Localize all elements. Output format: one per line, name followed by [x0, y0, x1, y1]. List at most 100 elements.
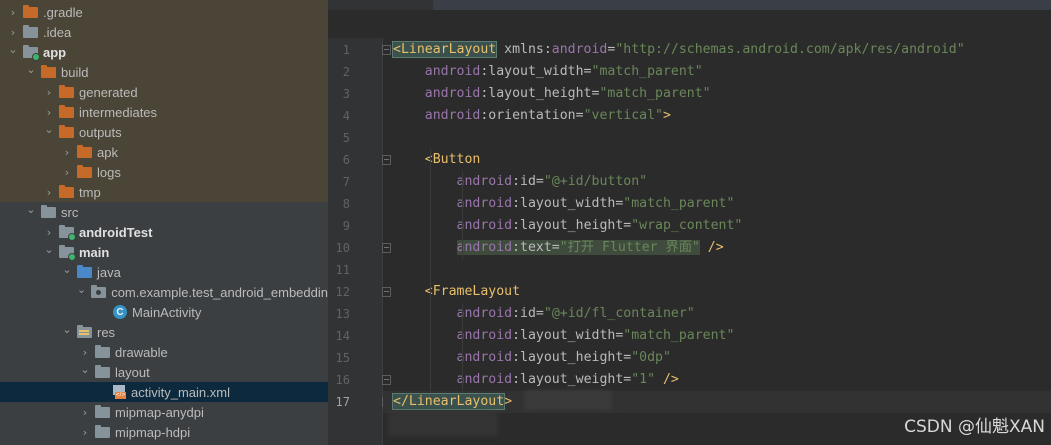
- tree-item[interactable]: ⌄ build: [0, 62, 328, 82]
- tree-item[interactable]: › apk: [0, 142, 328, 162]
- fold-marker-icon[interactable]: [382, 375, 391, 385]
- tree-item[interactable]: ⌄ java: [0, 262, 328, 282]
- code-token: xmlns:: [496, 42, 552, 57]
- code-token: :layout_width=: [480, 64, 592, 79]
- code-token: android: [551, 42, 608, 57]
- tree-item[interactable]: ⌄ layout: [0, 362, 328, 382]
- folder-icon: [23, 24, 38, 38]
- line-number: 7: [342, 175, 350, 189]
- code-line[interactable]: android:text="打开 Flutter 界面" />: [393, 237, 724, 259]
- code-line[interactable]: android:orientation="vertical">: [393, 105, 671, 127]
- tree-item[interactable]: › .gradle: [0, 2, 328, 22]
- folder-icon: [59, 104, 74, 118]
- code-line[interactable]: <Button: [393, 149, 481, 171]
- fold-marker-icon[interactable]: [382, 45, 391, 55]
- fold-marker-icon[interactable]: [382, 243, 391, 253]
- code-line[interactable]: android:layout_width="match_parent": [393, 61, 703, 83]
- chevron-right-icon[interactable]: ›: [60, 166, 74, 179]
- chevron-down-icon[interactable]: ⌄: [78, 363, 92, 376]
- chevron-down-icon[interactable]: ⌄: [60, 263, 74, 276]
- folder-icon: [23, 4, 38, 18]
- chevron-right-icon[interactable]: ›: [78, 406, 92, 419]
- chevron-right-icon[interactable]: ›: [42, 86, 56, 99]
- tree-item[interactable]: ⌄ outputs: [0, 122, 328, 142]
- code-line[interactable]: <LinearLayout xmlns:android="http://sche…: [391, 39, 965, 61]
- code-line[interactable]: android:id="@+id/button": [393, 171, 648, 193]
- line-number: 2: [342, 65, 350, 79]
- chevron-right-icon[interactable]: ›: [42, 106, 56, 119]
- chevron-right-icon[interactable]: ›: [42, 226, 56, 239]
- chevron-down-icon[interactable]: ⌄: [24, 203, 38, 216]
- code-line[interactable]: android:layout_height="wrap_content": [393, 215, 743, 237]
- fold-marker-icon[interactable]: [382, 287, 391, 297]
- chevron-down-icon[interactable]: ⌄: [6, 43, 20, 56]
- tree-item[interactable]: › androidTest: [0, 222, 328, 242]
- code-token: <FrameLayout: [424, 284, 521, 299]
- tree-item[interactable]: C MainActivity: [0, 302, 328, 322]
- tree-item[interactable]: ⌄ res: [0, 322, 328, 342]
- tree-item-label: outputs: [79, 124, 122, 140]
- chevron-down-icon[interactable]: ⌄: [24, 63, 38, 76]
- code-token: :layout_height=: [480, 86, 600, 101]
- tree-item[interactable]: ⌄ main: [0, 242, 328, 262]
- tree-item[interactable]: › mipmap-hdpi: [0, 422, 328, 442]
- line-number-gutter: 1 2 3 4 5 6 7 8 9 10 11 12 13 14 15 16 17: [328, 38, 382, 445]
- folder-icon: [41, 64, 56, 78]
- chevron-down-icon[interactable]: ⌄: [42, 123, 56, 136]
- chevron-right-icon[interactable]: ›: [6, 26, 20, 39]
- tree-item-label: build: [61, 64, 89, 80]
- line-number: 13: [335, 307, 350, 321]
- source-folder-icon: [59, 224, 76, 241]
- indent-guide: [462, 171, 463, 259]
- code-line[interactable]: android:layout_height="0dp": [393, 347, 671, 369]
- folder-icon: [95, 424, 110, 438]
- code-line[interactable]: <FrameLayout: [393, 281, 520, 303]
- tree-item[interactable]: › intermediates: [0, 102, 328, 122]
- chevron-right-icon[interactable]: ›: [6, 6, 20, 19]
- line-number: 16: [335, 373, 350, 387]
- code-token: android: [456, 196, 513, 211]
- chevron-right-icon[interactable]: ›: [60, 146, 74, 159]
- chevron-down-icon[interactable]: ⌄: [42, 243, 56, 256]
- code-line[interactable]: </LinearLayout>: [383, 391, 1051, 413]
- code-line[interactable]: android:layout_height="match_parent": [393, 83, 711, 105]
- chevron-right-icon[interactable]: ›: [78, 426, 92, 439]
- tree-item-label: mipmap-hdpi: [115, 424, 191, 440]
- tree-item[interactable]: › logs: [0, 162, 328, 182]
- tree-item[interactable]: › .idea: [0, 22, 328, 42]
- chevron-down-icon[interactable]: ⌄: [75, 283, 88, 296]
- tree-item[interactable]: ⌄ com.example.test_android_embeddin: [0, 282, 328, 302]
- code-token: android: [424, 86, 481, 101]
- code-line[interactable]: android:layout_width="match_parent": [393, 325, 735, 347]
- code-line[interactable]: android:layout_weight="1" />: [393, 369, 679, 391]
- tree-item[interactable]: › generated: [0, 82, 328, 102]
- package-icon: [91, 284, 107, 298]
- tree-item[interactable]: ⌄ app: [0, 42, 328, 62]
- code-line[interactable]: android:id="@+id/fl_container": [393, 303, 695, 325]
- tree-item[interactable]: ⌄ src: [0, 202, 328, 222]
- tree-item[interactable]: › mipmap-anydpi: [0, 402, 328, 422]
- code-token: "1": [631, 372, 656, 387]
- tree-item[interactable]: › tmp: [0, 182, 328, 202]
- line-number: 1: [342, 43, 350, 57]
- tree-item-label: androidTest: [79, 224, 153, 240]
- tree-item-label: generated: [79, 84, 138, 100]
- code-editor[interactable]: 1 2 3 4 5 6 7 8 9 10 11 12 13 14 15 16 17 <LinearLayout …: [328, 0, 1051, 445]
- tree-item-label: res: [97, 324, 116, 340]
- tree-item[interactable]: </> activity_main.xml: [0, 382, 328, 402]
- chevron-right-icon[interactable]: ›: [78, 346, 92, 359]
- code-line[interactable]: android:layout_width="match_parent": [393, 193, 735, 215]
- folder-icon: [59, 84, 74, 98]
- tree-item[interactable]: › drawable: [0, 342, 328, 362]
- folder-icon: [77, 144, 92, 158]
- code-token: :id=: [512, 174, 544, 189]
- chevron-down-icon[interactable]: ⌄: [60, 323, 74, 336]
- indent-guide: [430, 149, 431, 391]
- xml-file-icon: </>: [113, 385, 126, 399]
- fold-marker-icon[interactable]: [382, 155, 391, 165]
- chevron-right-icon[interactable]: ›: [42, 186, 56, 199]
